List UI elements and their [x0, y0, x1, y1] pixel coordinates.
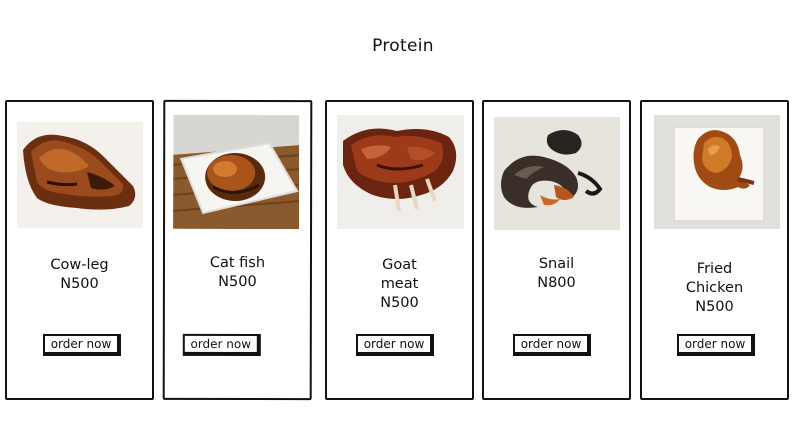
item-label: Cow-leg N500 — [7, 256, 152, 294]
item-name: Cow-leg — [50, 257, 109, 273]
product-card-cow-leg: Cow-leg N500 order now — [5, 100, 154, 400]
item-name-line-2: Chicken — [685, 280, 744, 296]
cat-fish-image — [173, 114, 300, 230]
cow-leg-image — [17, 122, 143, 228]
item-name-line-1: Goat — [382, 257, 417, 273]
item-price: N500 — [695, 299, 734, 315]
item-price: N800 — [537, 275, 576, 291]
item-price: N500 — [218, 273, 257, 291]
product-card-fried-chicken: Fried Chicken N500 order now — [640, 100, 789, 400]
product-card-snail: Snail N800 order now — [482, 100, 631, 400]
product-card-goat-meat: Goat meat N500 order now — [325, 100, 474, 400]
product-card-cat-fish: Cat fish N500 order now — [162, 99, 313, 401]
item-price: N500 — [60, 276, 99, 292]
order-now-button[interactable]: order now — [677, 334, 755, 356]
fried-chicken-image — [654, 115, 780, 229]
page-title: Protein — [372, 36, 434, 56]
item-label: Goat meat N500 — [327, 256, 472, 313]
item-name: Cat fish — [209, 254, 266, 272]
item-name-line-2: meat — [380, 276, 419, 292]
order-now-button[interactable]: order now — [356, 334, 434, 356]
order-now-button[interactable]: order now — [513, 334, 591, 356]
item-name: Snail — [538, 256, 575, 272]
item-name-line-1: Fried — [696, 261, 733, 277]
order-now-button[interactable]: order now — [43, 334, 121, 356]
item-label: Cat fish N500 — [165, 254, 310, 292]
order-now-button[interactable]: order now — [182, 333, 261, 357]
snail-image — [494, 117, 620, 230]
item-label: Snail N800 — [484, 255, 629, 293]
item-label: Fried Chicken N500 — [642, 260, 787, 317]
item-price: N500 — [380, 295, 419, 311]
goat-meat-image — [337, 115, 464, 229]
